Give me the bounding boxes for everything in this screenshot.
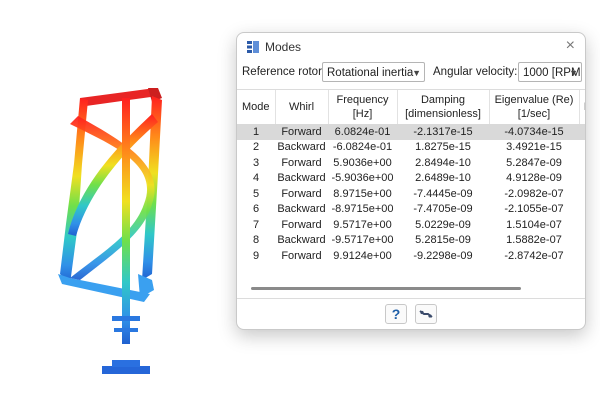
table-cell: 4 xyxy=(252,172,260,185)
table-cell: 9.5717e+00 xyxy=(333,218,392,231)
table-cell: 6 xyxy=(252,203,260,216)
table-header-row: Mode Whirl Frequency [Hz] Damping [dimensionl… xyxy=(237,90,585,124)
table-row[interactable]: 5 Forward 8.9715e+00 -7.4445e-09 -2.0982e-07… xyxy=(237,186,585,202)
table-cell: 6.0 xyxy=(579,217,585,233)
table-cell: -4.0734e-15 xyxy=(489,124,579,140)
table-cell: -8.9715e+00 xyxy=(331,203,394,216)
table-cell: 5.2847e-09 xyxy=(506,156,562,169)
column-header-unit: [1/sec] xyxy=(517,108,551,120)
table-cell: Backward xyxy=(277,203,326,216)
table-cell: -6.0 xyxy=(579,233,585,249)
table-cell: -9.5717e+00 xyxy=(331,234,394,247)
modes-table: Mode Whirl Frequency [Hz] Damping [dimensionl… xyxy=(237,90,585,264)
table-cell: 4.9128e-09 xyxy=(506,172,562,185)
column-header-label: Eigenvalue (Re) xyxy=(494,94,574,106)
table-cell: 8.9715e+00 xyxy=(333,187,392,200)
column-header[interactable]: Whirl xyxy=(275,90,329,124)
column-header[interactable]: Mode xyxy=(237,90,276,124)
table-cell: Forward xyxy=(281,156,322,169)
close-icon[interactable]: × xyxy=(566,37,575,55)
table-cell: 3 xyxy=(252,156,260,169)
table-cell: 3.7 xyxy=(579,155,585,171)
reference-rotor-label: Reference rotor: xyxy=(242,66,326,78)
table-cell: 1.5104e-07 xyxy=(506,218,562,231)
table-cell: -2.1055e-07 xyxy=(504,203,564,216)
table-cell: Forward xyxy=(281,218,322,231)
chevron-down-icon: ▼ xyxy=(412,68,421,78)
dialog-title: Modes xyxy=(265,40,302,54)
table-cell: 2.8494e-10 xyxy=(415,156,471,169)
column-header[interactable]: Eigen xyxy=(579,90,585,124)
table-cell: -3.8 xyxy=(579,140,585,156)
rotor-model-image xyxy=(58,88,162,374)
table-cell: 1.8275e-15 xyxy=(415,141,471,154)
table-cell: 9.9124e+00 xyxy=(333,249,392,262)
table-cell: 6.0824e-01 xyxy=(328,124,397,140)
table-cell: 3.4921e-15 xyxy=(506,141,562,154)
table-row[interactable]: 9 Forward 9.9124e+00 -9.2298e-09 -2.8742e-07… xyxy=(237,248,585,264)
rotor-export-icon xyxy=(419,310,433,318)
table-cell: -2.1317e-15 xyxy=(397,124,489,140)
reference-rotor-select[interactable]: Rotational inertia ▼ xyxy=(322,62,425,82)
table-cell: 2 xyxy=(252,141,260,154)
table-cell: 5.2815e-09 xyxy=(415,234,471,247)
table-cell: -5.9036e+00 xyxy=(331,172,394,185)
table-cell: 6.2 xyxy=(579,248,585,264)
table-cell: Backward xyxy=(277,172,326,185)
table-cell: -5.6 xyxy=(579,202,585,218)
table-row[interactable]: 4 Backward -5.9036e+00 2.6489e-10 4.9128e-09… xyxy=(237,171,585,187)
table-row[interactable]: 8 Backward -9.5717e+00 5.2815e-09 1.5882e-07… xyxy=(237,233,585,249)
table-cell: Backward xyxy=(277,234,326,247)
export-button[interactable] xyxy=(415,304,437,324)
modes-dialog: Modes × Reference rotor: Rotational iner… xyxy=(236,32,586,330)
help-button[interactable]: ? xyxy=(385,304,407,324)
table-cell: -7.4445e-09 xyxy=(413,187,473,200)
column-header[interactable]: Eigenvalue (Re) [1/sec] xyxy=(489,90,580,124)
table-cell: Forward xyxy=(281,249,322,262)
table-cell: 7 xyxy=(252,218,260,231)
table-cell: 5.9036e+00 xyxy=(333,156,392,169)
table-cell: -2.8742e-07 xyxy=(504,249,564,262)
table-cell: Backward xyxy=(277,141,326,154)
table-row[interactable]: 7 Forward 9.5717e+00 5.0229e-09 1.5104e-07 6.… xyxy=(237,217,585,233)
stacked-bars-icon xyxy=(247,41,259,53)
column-header-label: Frequency xyxy=(336,94,389,106)
table-cell: -9.2298e-09 xyxy=(413,249,473,262)
column-header-unit: [dimensionless] xyxy=(405,108,481,120)
table-cell: Forward xyxy=(275,124,328,140)
table-row[interactable]: 2 Backward -6.0824e-01 1.8275e-15 3.4921e-15… xyxy=(237,140,585,156)
table-cell: -3.7 xyxy=(579,171,585,187)
table-cell: 3.8 xyxy=(579,124,585,140)
controls-row: Reference rotor: Rotational inertia ▼ An… xyxy=(237,61,585,85)
chevron-down-icon: ▼ xyxy=(569,68,578,78)
reference-rotor-value: Rotational inertia xyxy=(327,67,414,79)
table-cell: 8 xyxy=(252,234,260,247)
table-cell: -2.0982e-07 xyxy=(504,187,564,200)
column-header-label: Mode xyxy=(241,101,270,113)
table-cell: 1.5882e-07 xyxy=(506,234,562,247)
column-header-label: Eigen xyxy=(580,100,585,114)
column-header-unit: [Hz] xyxy=(352,108,373,120)
table-row[interactable]: 1 Forward 6.0824e-01 -2.1317e-15 -4.0734e-15… xyxy=(237,124,585,140)
table-cell: Forward xyxy=(281,187,322,200)
column-header-label: Whirl xyxy=(288,101,315,113)
modes-table-container: Mode Whirl Frequency [Hz] Damping [dimensionl… xyxy=(237,89,585,299)
angular-velocity-label: Angular velocity: xyxy=(433,66,518,78)
angular-velocity-select[interactable]: 1000 [RPM ▼ xyxy=(518,62,582,82)
column-header[interactable]: Frequency [Hz] xyxy=(328,90,398,124)
column-header[interactable]: Damping [dimensionless] xyxy=(397,90,490,124)
table-cell: -6.0824e-01 xyxy=(332,141,393,154)
table-cell: 2.6489e-10 xyxy=(415,172,471,185)
column-header-label: Damping xyxy=(420,94,466,106)
table-cell: 5.0229e-09 xyxy=(415,218,471,231)
table-cell: 5 xyxy=(252,187,260,200)
table-cell: 9 xyxy=(252,249,260,262)
table-cell: 1 xyxy=(237,124,275,140)
table-cell: 5.6 xyxy=(579,186,585,202)
horizontal-scrollbar[interactable] xyxy=(251,287,521,290)
dialog-titlebar[interactable]: Modes × xyxy=(237,33,585,61)
table-cell: -7.4705e-09 xyxy=(413,203,473,216)
table-row[interactable]: 3 Forward 5.9036e+00 2.8494e-10 5.2847e-09 3.… xyxy=(237,155,585,171)
table-row[interactable]: 6 Backward -8.9715e+00 -7.4705e-09 -2.1055e-… xyxy=(237,202,585,218)
